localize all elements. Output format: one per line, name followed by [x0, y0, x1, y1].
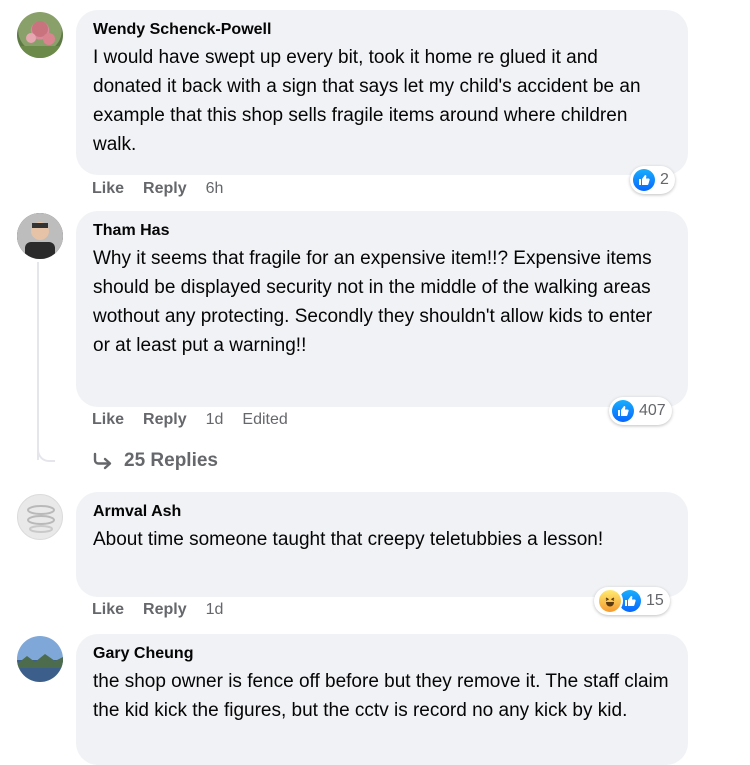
avatar[interactable] [17, 494, 63, 540]
reaction-summary[interactable]: 2 [630, 166, 675, 194]
edited-label[interactable]: Edited [242, 411, 287, 429]
thread-line [37, 262, 39, 460]
haha-reaction-icon [597, 588, 623, 614]
comment-text: Why it seems that fragile for an expensi… [93, 248, 653, 356]
reply-button[interactable]: Reply [143, 180, 187, 198]
comment-bubble: Wendy Schenck-Powell I would have swept … [76, 10, 688, 175]
like-button[interactable]: Like [92, 180, 124, 198]
reply-button[interactable]: Reply [143, 411, 187, 429]
replies-count-label[interactable]: 25 Replies [124, 450, 218, 472]
reaction-count: 2 [660, 171, 669, 188]
comment-timestamp[interactable]: 6h [206, 180, 224, 198]
view-replies-button[interactable]: 25 Replies [92, 450, 218, 472]
avatar-image-icon [27, 505, 55, 533]
like-reaction-icon [633, 169, 655, 191]
comment-timestamp[interactable]: 1d [206, 411, 224, 429]
comment-actions: Like Reply 1d [92, 601, 242, 619]
comment-text: I would have swept up every bit, took it… [93, 47, 641, 155]
avatar-image-icon [17, 213, 63, 259]
comment-actions: Like Reply 1d Edited [92, 411, 307, 429]
comment-timestamp[interactable]: 1d [206, 601, 224, 619]
comment-bubble: Armval Ash About time someone taught tha… [76, 492, 688, 597]
comment-author[interactable]: Wendy Schenck-Powell [93, 20, 671, 40]
comment-bubble: Gary Cheung the shop owner is fence off … [76, 634, 688, 765]
like-button[interactable]: Like [92, 601, 124, 619]
like-button[interactable]: Like [92, 411, 124, 429]
avatar-image-icon [17, 636, 63, 682]
avatar-image-icon [17, 21, 63, 58]
reaction-summary[interactable]: 407 [609, 397, 672, 425]
like-reaction-icon [612, 400, 634, 422]
avatar[interactable] [17, 213, 63, 259]
avatar[interactable] [17, 12, 63, 58]
reaction-count: 15 [646, 592, 664, 609]
reaction-count: 407 [639, 402, 666, 419]
reply-button[interactable]: Reply [143, 601, 187, 619]
comment-author[interactable]: Tham Has [93, 221, 671, 241]
thread-connector [37, 440, 55, 462]
comment-bubble: Tham Has Why it seems that fragile for a… [76, 211, 688, 407]
reaction-summary[interactable]: 15 [594, 587, 670, 615]
comment-author[interactable]: Gary Cheung [93, 644, 671, 664]
comment-text: About time someone taught that creepy te… [93, 529, 604, 550]
comment-text: the shop owner is fence off before but t… [93, 671, 669, 721]
reply-arrow-icon [93, 452, 112, 470]
avatar[interactable] [17, 636, 63, 682]
comment-author[interactable]: Armval Ash [93, 502, 671, 522]
comment-actions: Like Reply 6h [92, 180, 242, 198]
